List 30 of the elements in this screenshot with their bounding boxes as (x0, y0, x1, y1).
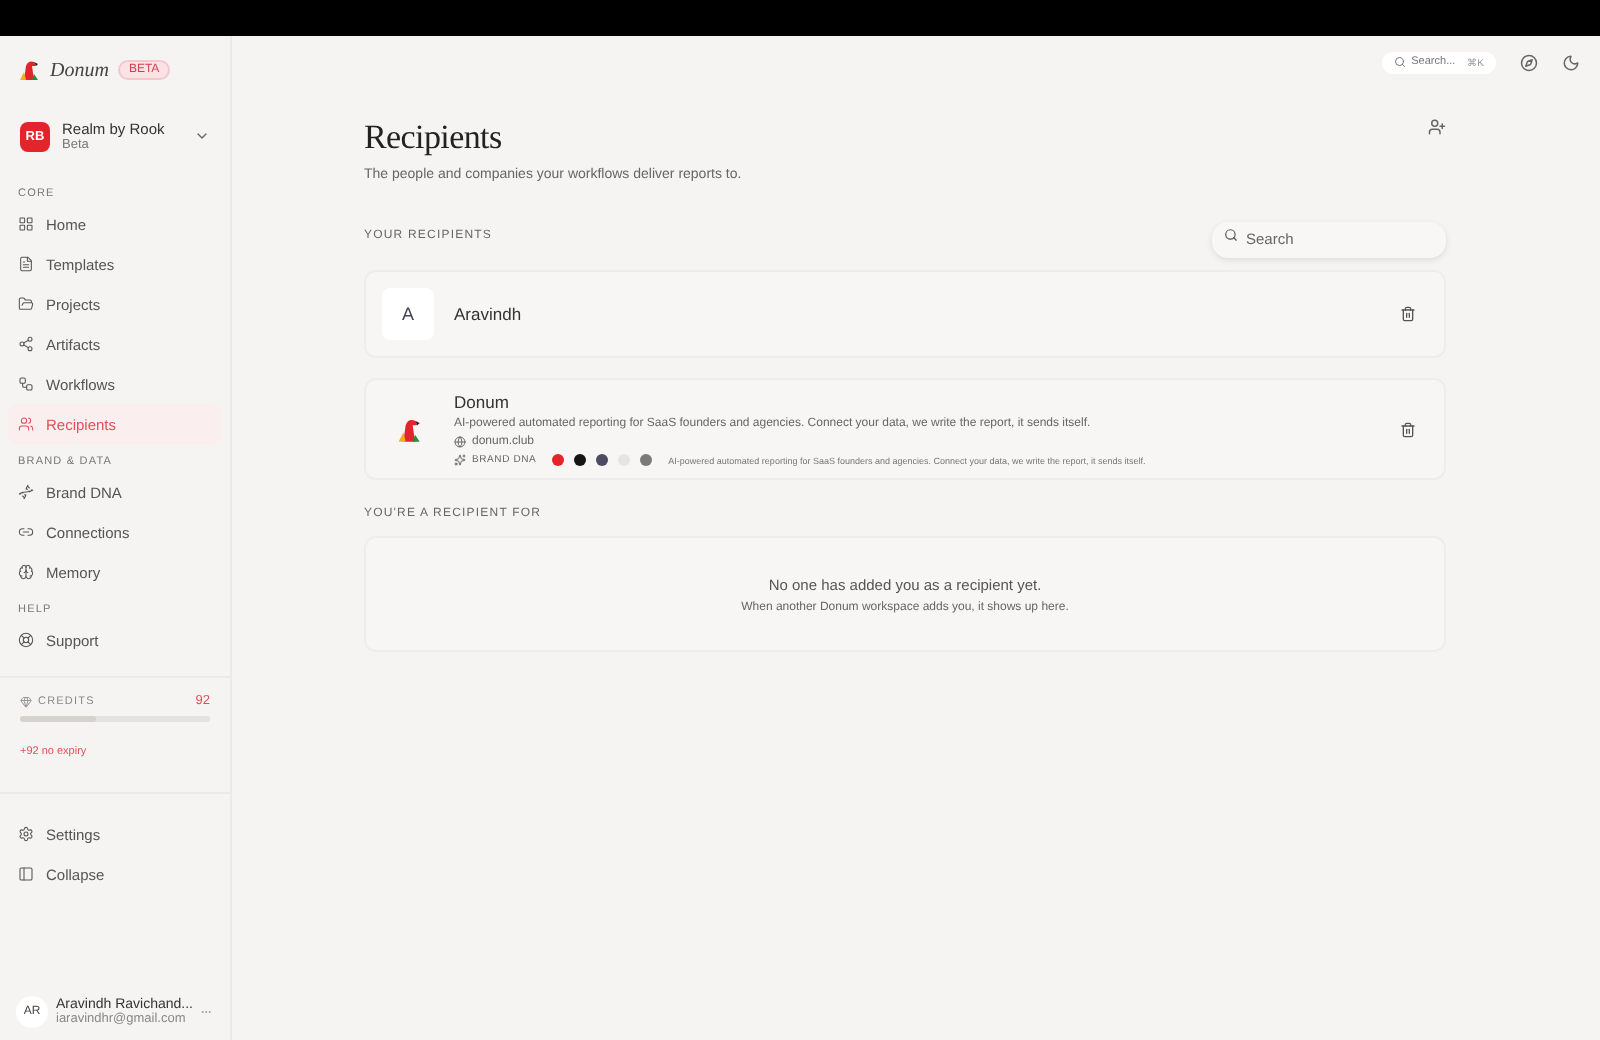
link-icon (18, 524, 34, 540)
panel-icon (18, 866, 34, 882)
brain-icon (18, 564, 34, 580)
recipient-avatar: A (382, 288, 434, 340)
users-icon (18, 416, 34, 432)
recipient-name: Aravindh (454, 304, 524, 324)
folder-icon (18, 296, 34, 312)
share-icon (18, 336, 34, 352)
brand-name: Donum (50, 59, 109, 81)
page-title: Recipients (364, 118, 504, 158)
trash-icon[interactable] (1400, 306, 1416, 322)
moon-icon[interactable] (1562, 53, 1580, 71)
compass-icon[interactable] (1520, 53, 1538, 71)
trash-icon[interactable] (1400, 421, 1416, 437)
search-icon (1393, 56, 1406, 68)
lifebuoy-icon (18, 632, 34, 648)
sparkle-icon (454, 454, 466, 466)
settings-icon (18, 826, 34, 842)
search-icon (1224, 228, 1238, 242)
chevron-down-icon (194, 128, 210, 144)
parrot-logo (394, 415, 422, 443)
dna-icon (18, 484, 34, 500)
grid-icon (18, 216, 34, 232)
globe-icon (454, 436, 466, 448)
gem-icon (20, 695, 32, 707)
workflow-icon (18, 376, 34, 392)
parrot-logo (16, 58, 40, 82)
add-user-icon[interactable] (1428, 118, 1446, 136)
recipient-name: Donum (454, 392, 511, 412)
file-icon (18, 256, 34, 272)
